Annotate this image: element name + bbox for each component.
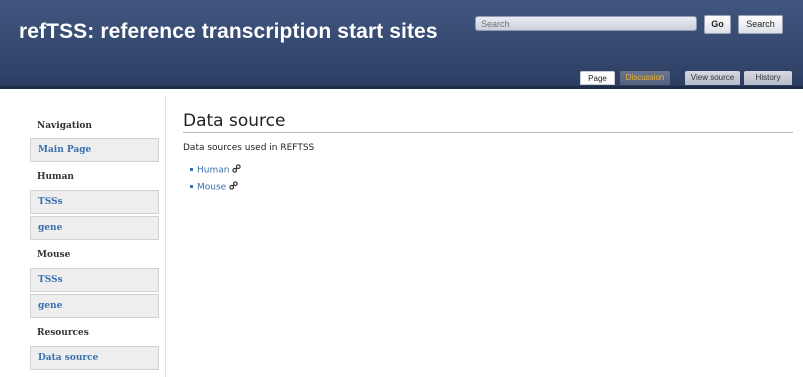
tab-page[interactable]: Page xyxy=(580,71,615,85)
external-link-icon[interactable] xyxy=(232,164,242,176)
tab-discussion[interactable]: Discussion xyxy=(620,71,670,85)
sidebar-item-mouse-gene[interactable]: gene xyxy=(30,294,159,318)
go-button[interactable]: Go xyxy=(704,15,731,34)
list-item: Mouse xyxy=(190,181,238,193)
page-title: Data source xyxy=(183,111,286,131)
sidebar-heading-navigation: Navigation xyxy=(37,121,92,131)
search-input[interactable] xyxy=(475,16,697,31)
external-link-icon[interactable] xyxy=(229,181,238,193)
sidebar: Navigation Main Page Human TSSs gene Mou… xyxy=(30,107,159,377)
list-item: Human xyxy=(190,164,242,176)
site-header xyxy=(0,0,803,88)
sidebar-heading-human: Human xyxy=(37,172,74,182)
link-mouse[interactable]: Mouse xyxy=(197,183,226,193)
sidebar-item-human-tss[interactable]: TSSs xyxy=(30,190,159,214)
sidebar-heading-mouse: Mouse xyxy=(37,250,71,260)
tab-view-source[interactable]: View source xyxy=(685,71,740,85)
sidebar-heading-resources: Resources xyxy=(37,328,89,338)
sidebar-item-mouse-tss[interactable]: TSSs xyxy=(30,268,159,292)
link-human[interactable]: Human xyxy=(197,166,229,176)
sidebar-item-main-page[interactable]: Main Page xyxy=(30,138,159,162)
sidebar-item-data-source[interactable]: Data source xyxy=(30,346,159,370)
search-button[interactable]: Search xyxy=(738,15,783,34)
header-border xyxy=(0,86,803,89)
title-divider xyxy=(183,132,793,133)
bullet-icon xyxy=(190,184,193,188)
bullet-icon xyxy=(190,167,193,171)
sidebar-divider xyxy=(165,96,166,377)
intro-text: Data sources used in REFTSS xyxy=(183,143,315,153)
tab-history[interactable]: History xyxy=(744,71,792,85)
site-title[interactable]: refTSS: reference transcription start si… xyxy=(19,20,438,44)
sidebar-item-human-gene[interactable]: gene xyxy=(30,216,159,240)
